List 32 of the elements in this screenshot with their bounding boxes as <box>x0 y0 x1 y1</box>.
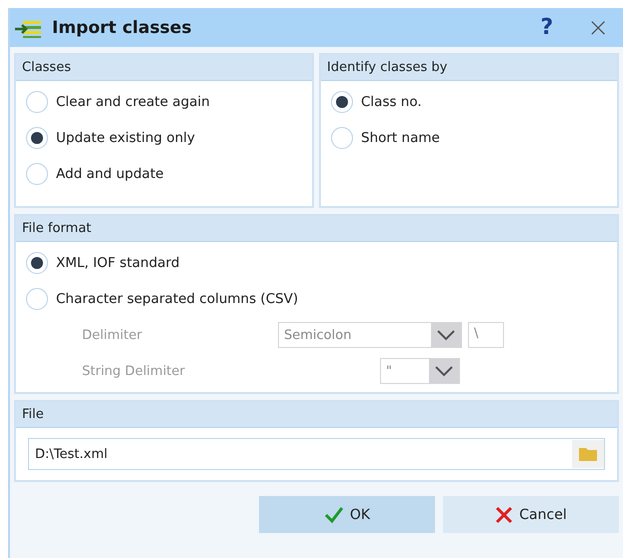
checkmark-icon <box>324 506 344 524</box>
chevron-down-icon <box>431 323 461 347</box>
panel-header: Classes <box>16 55 312 81</box>
option-label[interactable]: Update existing only <box>56 130 196 146</box>
browse-button[interactable] <box>572 440 604 468</box>
panel-header: Identify classes by <box>321 55 617 81</box>
radio-button[interactable] <box>331 127 353 149</box>
help-button[interactable]: ? <box>532 15 562 40</box>
field-label: String Delimiter <box>82 364 186 378</box>
radio-button[interactable] <box>331 91 353 113</box>
close-button[interactable]: × <box>579 12 617 42</box>
panel-header: File <box>16 402 617 428</box>
chevron-down-icon <box>429 359 459 383</box>
radio-button[interactable] <box>26 127 48 149</box>
option-label[interactable]: Class no. <box>361 94 422 110</box>
option-label[interactable]: XML, IOF standard <box>56 255 180 271</box>
radio-button[interactable] <box>26 252 48 274</box>
cross-icon <box>495 506 514 524</box>
radio-button[interactable] <box>26 163 48 185</box>
radio-button[interactable] <box>26 288 48 310</box>
option-label[interactable]: Clear and create again <box>56 94 210 110</box>
radio-button[interactable] <box>26 91 48 113</box>
option-label[interactable]: Short name <box>361 130 440 146</box>
option-label[interactable]: Character separated columns (CSV) <box>56 291 298 307</box>
input-field[interactable]: D:\Test.xml <box>28 438 605 470</box>
ok-button[interactable]: OK <box>259 496 435 533</box>
folder-icon <box>579 447 597 461</box>
option-label[interactable]: Add and update <box>56 166 164 182</box>
panel-header: File format <box>16 216 617 242</box>
field-label: Delimiter <box>82 328 143 342</box>
window-title: Import classes <box>52 18 193 38</box>
cancel-button[interactable]: Cancel <box>443 496 619 533</box>
